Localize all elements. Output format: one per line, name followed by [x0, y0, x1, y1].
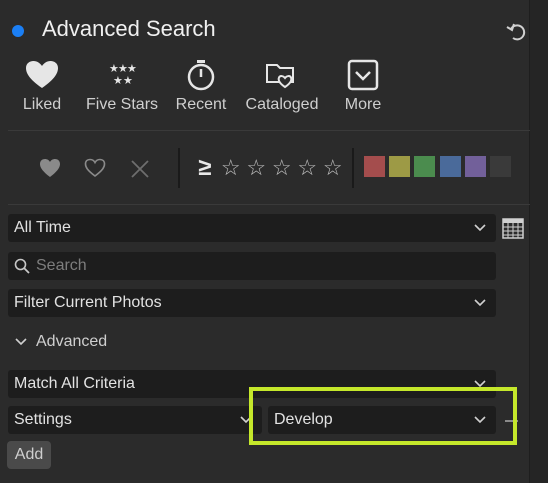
star-5-icon[interactable]: ☆ [320, 155, 346, 181]
star-4-icon[interactable]: ☆ [295, 155, 321, 181]
color-label-red[interactable] [364, 156, 385, 177]
unflagged-heart-icon[interactable] [84, 158, 106, 178]
svg-text:★: ★ [113, 74, 123, 87]
panel-scroll-edge [530, 0, 548, 483]
calendar-icon[interactable] [502, 217, 524, 239]
time-range-value: All Time [14, 219, 71, 236]
liked-flag-icon[interactable] [39, 158, 61, 178]
advanced-search-panel: Advanced Search Liked ★ ★ ★ ★ ★ Five Sta… [0, 0, 530, 483]
preset-liked-label: Liked [22, 96, 62, 113]
star-rating: ≥ ☆ ☆ ☆ ☆ ☆ [192, 154, 346, 182]
flag-divider [178, 148, 180, 188]
preset-more-label: More [344, 96, 382, 113]
search-icon [14, 258, 30, 274]
color-label-blue[interactable] [440, 156, 461, 177]
preset-five-stars-label: Five Stars [86, 96, 159, 113]
criteria-field-value: Settings [14, 411, 72, 428]
star-3-icon[interactable]: ☆ [269, 155, 295, 181]
rating-divider [352, 148, 354, 188]
preset-recent-label: Recent [175, 96, 227, 113]
advanced-label: Advanced [36, 333, 108, 350]
scope-select[interactable]: Filter Current Photos [8, 289, 496, 317]
preset-cataloged[interactable]: Cataloged [244, 58, 320, 114]
heart-icon [20, 58, 64, 92]
preset-more[interactable]: More [344, 58, 382, 114]
advanced-section-toggle[interactable]: Advanced [15, 333, 107, 351]
catalog-folder-icon [244, 58, 320, 92]
time-range-select[interactable]: All Time [8, 214, 496, 242]
chevron-down-icon [474, 224, 486, 232]
chevron-down-icon [15, 338, 27, 346]
preset-liked[interactable]: Liked [20, 58, 64, 114]
preset-cataloged-label: Cataloged [245, 96, 319, 113]
star-2-icon[interactable]: ☆ [244, 155, 270, 181]
svg-text:★: ★ [123, 74, 133, 87]
divider [8, 130, 530, 131]
preset-bar: Liked ★ ★ ★ ★ ★ Five Stars Recent Catalo… [0, 58, 530, 124]
greater-equal-toggle[interactable]: ≥ [192, 154, 218, 182]
five-stars-icon: ★ ★ ★ ★ ★ [86, 58, 158, 92]
divider [8, 204, 530, 205]
color-label-purple[interactable] [465, 156, 486, 177]
scope-value: Filter Current Photos [14, 294, 162, 311]
reject-x-icon[interactable] [130, 159, 150, 179]
star-1-icon[interactable]: ☆ [218, 155, 244, 181]
match-criteria-value: Match All Criteria [14, 375, 135, 392]
panel-title: Advanced Search [42, 16, 216, 41]
rating-filter-row: ≥ ☆ ☆ ☆ ☆ ☆ [0, 132, 530, 204]
preset-recent[interactable]: Recent [175, 58, 227, 114]
chevron-box-icon [344, 58, 382, 92]
undo-icon[interactable] [505, 20, 529, 44]
stopwatch-icon [175, 58, 227, 92]
highlight-box [249, 387, 517, 445]
color-label-none[interactable] [490, 156, 511, 177]
add-criteria-button[interactable]: Add [7, 441, 51, 469]
status-dot [12, 25, 24, 37]
panel-header: Advanced Search [0, 0, 530, 58]
search-placeholder: Search [36, 257, 87, 274]
color-label-yellow[interactable] [389, 156, 410, 177]
search-input[interactable]: Search [8, 252, 496, 280]
criteria-field-select[interactable]: Settings [8, 406, 262, 434]
color-label-green[interactable] [414, 156, 435, 177]
chevron-down-icon [474, 299, 486, 307]
preset-five-stars[interactable]: ★ ★ ★ ★ ★ Five Stars [86, 58, 158, 114]
